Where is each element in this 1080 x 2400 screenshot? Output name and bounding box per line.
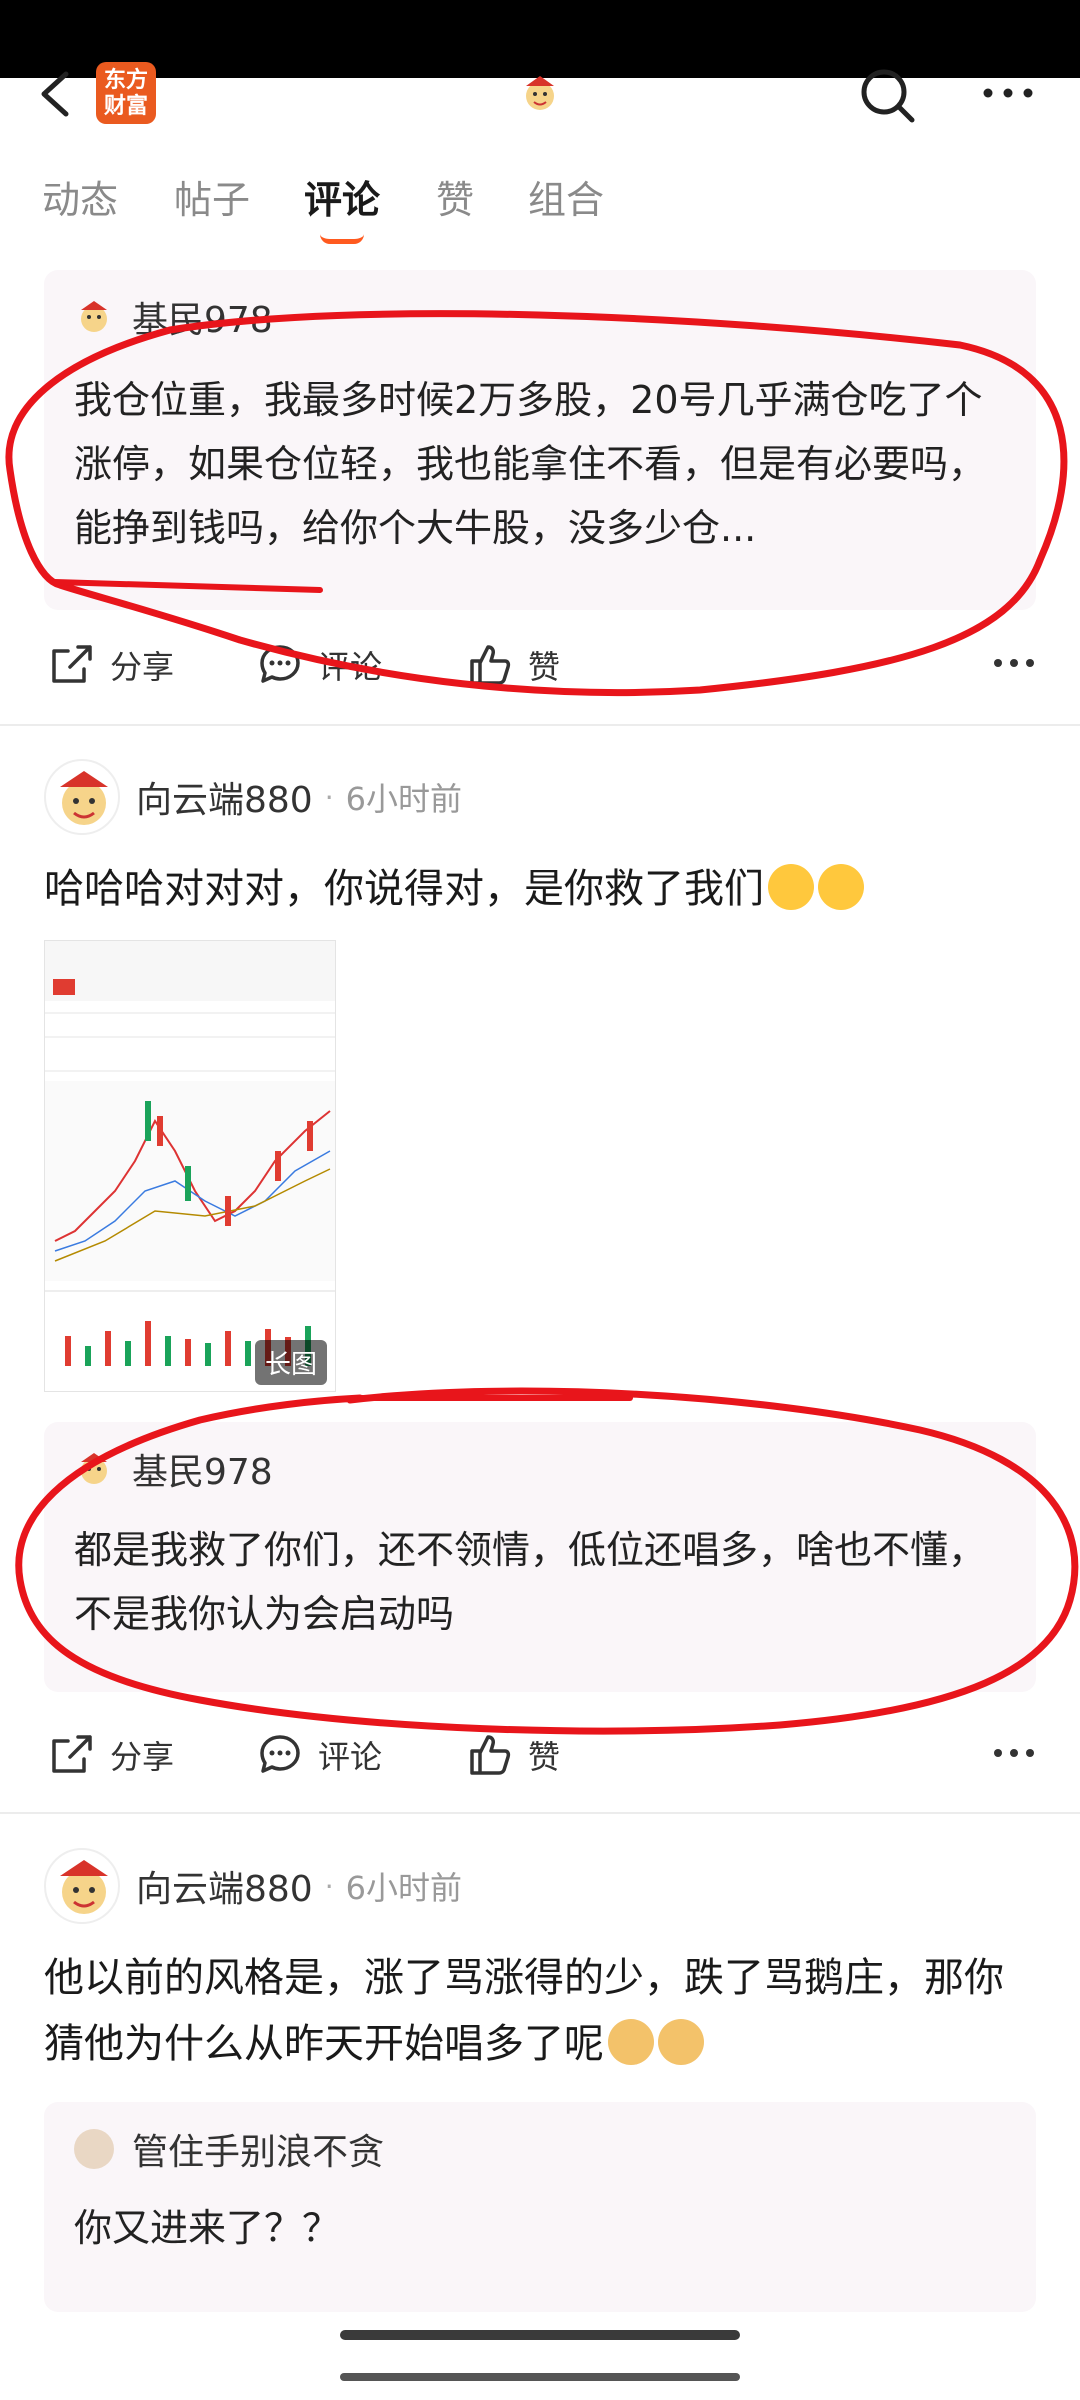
thumbs-up-icon [470, 1735, 511, 1775]
doge-emoji [658, 2019, 704, 2065]
tab-posts[interactable]: 帖子 [174, 170, 250, 230]
quote-header: 基民978 [74, 292, 273, 342]
share-button[interactable]: 分享 [48, 630, 174, 700]
thumbs-up-icon [470, 645, 511, 685]
share-button[interactable]: 分享 [48, 1720, 174, 1790]
divider [0, 1812, 1080, 1814]
post-text: 他以前的风格是，涨了骂涨得的少，跌了骂鹅庄，那你猜他为什么从昨天开始唱多了呢 [44, 1955, 1004, 2067]
tab-portfolio[interactable]: 组合 [528, 170, 604, 230]
quoted-comment[interactable]: 基民978 都是我救了你们，还不领情，低位还唱多，啥也不懂，不是我你认为会启动吗 [44, 1422, 1036, 1692]
grin-emoji [818, 864, 864, 910]
quote-author[interactable]: 基民978 [132, 291, 273, 343]
search-icon[interactable] [858, 66, 918, 126]
tab-likes[interactable]: 赞 [436, 170, 474, 230]
tab-comments[interactable]: 评论 [304, 170, 380, 230]
home-indicator[interactable] [340, 2330, 740, 2340]
quote-author[interactable]: 管住手别浪不贪 [132, 2123, 384, 2175]
like-button[interactable]: 赞 [466, 630, 560, 700]
separator-dot: · [324, 1869, 334, 1903]
avatar[interactable] [518, 72, 562, 116]
home-indicator [340, 2373, 740, 2381]
app-logo[interactable]: 东方财富 [96, 62, 156, 124]
separator-dot: · [324, 780, 334, 814]
share-icon [52, 1735, 92, 1773]
quote-text: 你又进来了？？ [74, 2206, 341, 2250]
top-nav: 东方财富 [0, 60, 1080, 130]
tab-dynamic[interactable]: 动态 [42, 170, 118, 230]
post-header: 向云端880 · 6小时前 [44, 757, 462, 837]
quote-text: 都是我救了你们，还不领情，低位还唱多，啥也不懂，不是我你认为会启动吗 [74, 1528, 987, 1636]
comment-icon [260, 645, 300, 683]
post-time: 6小时前 [345, 780, 462, 818]
avatar[interactable] [44, 759, 120, 835]
more-horizontal-icon[interactable] [992, 1738, 1036, 1768]
action-bar: 分享 评论 赞 [0, 630, 1080, 700]
doge-emoji [608, 2019, 654, 2065]
post-text: 哈哈哈对对对，你说得对，是你救了我们 [44, 856, 1036, 922]
share-icon [52, 645, 92, 683]
avatar [81, 301, 107, 332]
chevron-left-icon[interactable] [36, 68, 76, 120]
long-image-badge: 长图 [254, 1340, 327, 1385]
comment-button[interactable]: 评论 [256, 1720, 382, 1790]
post-header: 向云端880 · 6小时前 [44, 1846, 462, 1926]
quote-author[interactable]: 基民978 [132, 1443, 273, 1495]
action-bar: 分享 评论 赞 [0, 1720, 1080, 1790]
more-horizontal-icon[interactable] [992, 648, 1036, 678]
stock-chart-image[interactable]: 长图 [44, 940, 336, 1392]
active-tab-indicator [320, 234, 364, 244]
comment-button[interactable]: 评论 [256, 630, 382, 700]
quote-header: 基民978 [74, 1444, 273, 1494]
avatar [74, 2129, 114, 2169]
page: 东方财富 动态 帖子 评论 赞 组合 基民978 我仓位重，我最多时候2万多股，… [0, 0, 1080, 2400]
post-author[interactable]: 向云端880 [136, 1860, 313, 1912]
tab-bar: 动态 帖子 评论 赞 组合 [0, 170, 1080, 250]
like-button[interactable]: 赞 [466, 1720, 560, 1790]
quoted-comment[interactable]: 管住手别浪不贪 你又进来了？？ [44, 2102, 1036, 2312]
grin-emoji [768, 864, 814, 910]
quote-text: 我仓位重，我最多时候2万多股，20号几乎满仓吃了个涨停，如果仓位轻，我也能拿住不… [74, 378, 987, 550]
quote-header: 管住手别浪不贪 [74, 2124, 384, 2174]
post-time: 6小时前 [345, 1869, 462, 1907]
divider [0, 724, 1080, 726]
avatar [81, 1453, 107, 1484]
comment-icon [260, 1735, 300, 1773]
more-horizontal-icon[interactable] [980, 78, 1036, 108]
post-author[interactable]: 向云端880 [136, 771, 313, 823]
quoted-comment[interactable]: 基民978 我仓位重，我最多时候2万多股，20号几乎满仓吃了个涨停，如果仓位轻，… [44, 270, 1036, 610]
avatar[interactable] [44, 1848, 120, 1924]
